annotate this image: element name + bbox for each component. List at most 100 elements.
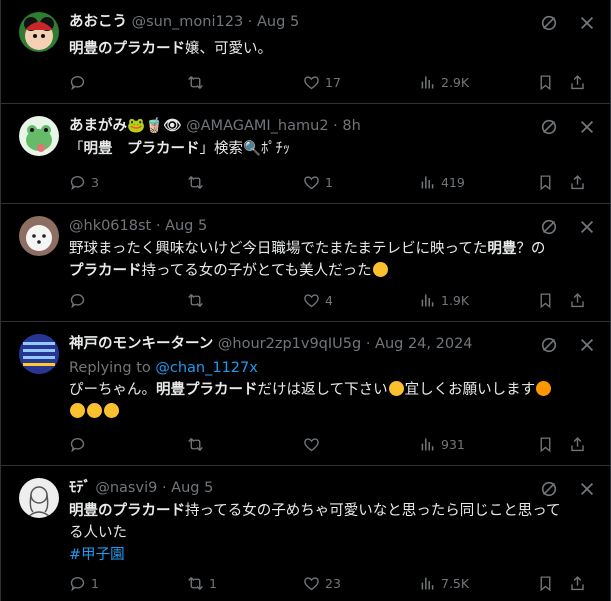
retweet-button[interactable]: [187, 290, 209, 310]
more-icon[interactable]: [578, 336, 596, 354]
more-icon[interactable]: [578, 480, 596, 498]
more-icon[interactable]: [578, 14, 596, 32]
tweet-text: 野球まったく興味ないけど今日職場でたまたまテレビに映ってた明豊？の プラカード持…: [69, 238, 588, 282]
more-icon[interactable]: [578, 118, 596, 136]
tweet-text-part: 野球まったく興味ないけど今日職場でたまたまテレビに映ってた: [69, 241, 488, 257]
share-button[interactable]: [569, 290, 586, 310]
avatar[interactable]: [19, 334, 59, 374]
timestamp[interactable]: Aug 24, 2024: [375, 336, 473, 352]
tweet-line: る人いた: [69, 522, 588, 544]
tweet-header: @hk0618st · Aug 5: [69, 216, 540, 236]
views-button[interactable]: 7.5K: [419, 573, 469, 593]
reply-icon: [70, 75, 85, 90]
views-button[interactable]: 1.9K: [419, 290, 469, 310]
like-button[interactable]: [303, 434, 325, 454]
timestamp[interactable]: Aug 5: [171, 480, 213, 496]
grok-icon[interactable]: [540, 336, 558, 354]
replying-to: Replying to @chan_1127x: [69, 357, 588, 379]
share-button[interactable]: [569, 172, 586, 192]
display-name[interactable]: 神戸のモンキーターン: [69, 336, 213, 352]
retweet-icon: [188, 576, 203, 590]
like-button[interactable]: 17: [303, 72, 341, 92]
views-icon: [421, 176, 434, 188]
retweet-icon: [188, 293, 203, 307]
share-button[interactable]: [569, 72, 586, 92]
user-handle[interactable]: @sun_moni123: [132, 14, 244, 30]
tweet-header: あおこう @sun_moni123 · Aug 5: [69, 12, 540, 32]
avatar[interactable]: [19, 216, 59, 256]
tweet-text-part: だけは返して下さい: [257, 382, 388, 398]
separator: ·: [365, 336, 371, 352]
share-button[interactable]: [569, 573, 586, 593]
display-name[interactable]: あおこう: [69, 14, 127, 30]
share-button[interactable]: [569, 434, 586, 454]
share-icon: [571, 292, 584, 307]
grok-icon[interactable]: [540, 218, 558, 236]
tweet-text-rest: 持ってる女の子がとても美人だった: [141, 263, 372, 279]
retweet-button[interactable]: 1: [187, 573, 217, 593]
views-button[interactable]: 419: [419, 172, 465, 192]
reply-count: 1: [91, 575, 99, 591]
like-button[interactable]: 4: [303, 290, 333, 310]
tweet-text-bold: 明豊プラカード: [156, 382, 258, 398]
views-icon: [421, 76, 434, 88]
like-button[interactable]: 23: [303, 573, 341, 593]
user-handle[interactable]: @hour2zp1v9qIU5g: [218, 336, 361, 352]
timestamp[interactable]: Aug 5: [165, 218, 207, 234]
separator: ·: [155, 218, 161, 234]
timestamp[interactable]: 8h: [342, 118, 360, 134]
tweet-line: ぴーちゃん。明豊プラカードだけは返して下さい 宜しくお願いします: [69, 379, 588, 401]
bookmark-button[interactable]: [537, 72, 554, 92]
more-icon[interactable]: [578, 218, 596, 236]
bookmark-button[interactable]: [537, 172, 554, 192]
tweet-line: [69, 401, 588, 423]
tweet[interactable]: あおこう @sun_moni123 · Aug 5 明豊のプラカード嬢、可愛い。…: [1, 0, 610, 104]
tweet[interactable]: ﾓﾃﾞ @nasvi9 · Aug 5 明豊のプラカード持ってる女の子めちゃ可愛…: [1, 466, 610, 601]
reply-button[interactable]: [69, 290, 91, 310]
bookmark-button[interactable]: [537, 573, 554, 593]
user-handle[interactable]: @hk0618st: [69, 218, 151, 234]
hashtag-link[interactable]: #甲子園: [69, 547, 125, 563]
view-count: 1.9K: [441, 292, 470, 308]
retweet-button[interactable]: [187, 172, 209, 192]
rolling-laughing-icon: [70, 403, 85, 418]
like-count: 23: [325, 575, 341, 591]
replying-to-link[interactable]: @chan_1127x: [155, 360, 257, 376]
bookmark-button[interactable]: [537, 290, 554, 310]
avatar[interactable]: [19, 478, 59, 518]
reply-button[interactable]: [69, 434, 91, 454]
avatar[interactable]: [19, 116, 59, 156]
grok-icon[interactable]: [540, 118, 558, 136]
tweet[interactable]: @hk0618st · Aug 5 野球まったく興味ないけど今日職場でたまたまテ…: [1, 204, 610, 322]
grok-icon[interactable]: [540, 480, 558, 498]
views-icon: [421, 577, 434, 589]
tweet-text-bold: プラカード: [69, 263, 142, 279]
reply-button[interactable]: 3: [69, 172, 99, 192]
tweet-actions: 3 1 419: [61, 172, 592, 192]
display-name[interactable]: ﾓﾃﾞ: [69, 480, 91, 496]
tweet[interactable]: あまがみ🐸🧋👁 @AMAGAMI_hamu2 · 8h 「明豊 プラカード」検索…: [1, 104, 610, 204]
bookmark-icon: [540, 436, 551, 452]
retweet-count: 1: [209, 575, 217, 591]
reply-icon: [70, 437, 85, 452]
views-button[interactable]: 931: [419, 434, 465, 454]
retweet-button[interactable]: [187, 434, 209, 454]
share-icon: [571, 436, 584, 451]
view-count: 2.9K: [441, 74, 470, 90]
reply-button[interactable]: 1: [69, 573, 99, 593]
like-button[interactable]: 1: [303, 172, 333, 192]
retweet-button[interactable]: [187, 72, 209, 92]
bookmark-button[interactable]: [537, 434, 554, 454]
tweet[interactable]: 神戸のモンキーターン @hour2zp1v9qIU5g · Aug 24, 20…: [1, 322, 610, 466]
tweet-text: 明豊のプラカード嬢、可愛い。: [69, 38, 588, 60]
separator: ·: [161, 480, 167, 496]
timestamp[interactable]: Aug 5: [257, 14, 299, 30]
avatar[interactable]: [19, 12, 59, 52]
display-name[interactable]: あまがみ🐸🧋👁: [69, 118, 182, 134]
user-handle[interactable]: @nasvi9: [95, 480, 157, 496]
views-button[interactable]: 2.9K: [419, 72, 469, 92]
grok-icon[interactable]: [540, 14, 558, 32]
reply-button[interactable]: [69, 72, 91, 92]
share-icon: [571, 575, 584, 590]
user-handle[interactable]: @AMAGAMI_hamu2: [186, 118, 328, 134]
